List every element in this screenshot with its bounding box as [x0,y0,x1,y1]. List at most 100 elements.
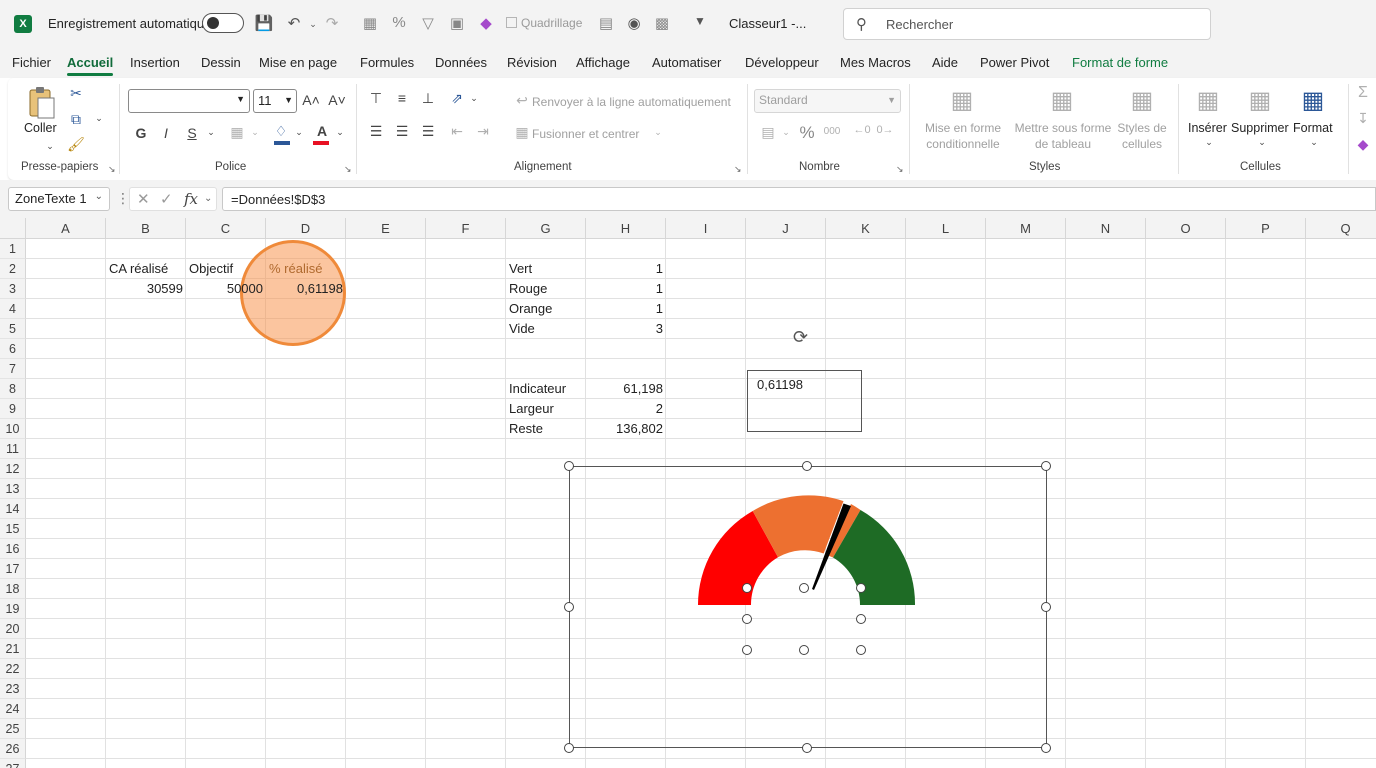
freeze-icon[interactable]: ▦ [360,14,380,32]
decrease-decimal-icon[interactable]: 0→ [874,124,896,136]
clear-icon[interactable]: ◆ [1352,136,1374,153]
resize-handle[interactable] [564,602,574,612]
delete-cells-label[interactable]: Supprimer [1231,121,1289,135]
table-format-icon[interactable]: ▦ [1046,86,1078,115]
row-header-18[interactable]: 18 [0,579,26,599]
cancel-icon[interactable]: ✕ [137,190,150,208]
cell-G3[interactable]: Rouge [506,279,550,299]
format-cells-label[interactable]: Format [1293,121,1333,135]
resize-handle[interactable] [742,583,752,593]
merge-label[interactable]: Fusionner et centrer [532,126,639,142]
filter-icon[interactable]: ▽ [418,14,438,32]
resize-handle[interactable] [742,614,752,624]
row-header-20[interactable]: 20 [0,619,26,639]
cell-G4[interactable]: Orange [506,299,555,319]
resize-handle[interactable] [799,583,809,593]
delete-dropdown-icon[interactable]: ⌄ [1251,137,1273,148]
column-header-H[interactable]: H [586,218,666,239]
paste-dropdown-icon[interactable]: ⌄ [39,141,61,152]
resize-handle[interactable] [856,614,866,624]
resize-handle[interactable] [856,583,866,593]
cell-G10[interactable]: Reste [506,419,546,439]
cell-B3[interactable]: 30599 [106,279,186,299]
palette-icon[interactable]: ◉ [624,14,644,32]
cell-D3[interactable]: 0,61198 [266,279,346,299]
table-format-label[interactable]: Mettre sous forme de tableau [1010,120,1116,152]
insert-cells-label[interactable]: Insérer [1188,121,1227,135]
cell-H8[interactable]: 61,198 [586,379,666,399]
row-header-4[interactable]: 4 [0,299,26,319]
cell-C3[interactable]: 50000 [186,279,266,299]
insert-function-icon[interactable]: fx [184,190,198,208]
cell-styles-icon[interactable]: ▦ [1126,86,1158,115]
row-header-24[interactable]: 24 [0,699,26,719]
clipboard-launcher-icon[interactable]: ↘ [108,164,116,175]
row-header-14[interactable]: 14 [0,499,26,519]
resize-handle[interactable] [564,461,574,471]
cell-G8[interactable]: Indicateur [506,379,569,399]
underline-dropdown-icon[interactable]: ⌄ [200,127,222,138]
column-header-F[interactable]: F [426,218,506,239]
column-header-M[interactable]: M [986,218,1066,239]
tab-format-de-forme[interactable]: Format de forme [1072,55,1168,70]
row-header-3[interactable]: 3 [0,279,26,299]
row-header-17[interactable]: 17 [0,559,26,579]
grow-font-icon[interactable]: A˄ [300,92,322,108]
shrink-font-icon[interactable]: A˅ [326,92,348,108]
tab-revision[interactable]: Révision [507,55,557,70]
align-center-icon[interactable]: ☰ [391,123,413,140]
paste-label[interactable]: Coller [24,121,57,135]
gauge-chart-frame[interactable] [569,466,1047,748]
form-icon[interactable]: ▤ [596,14,616,32]
wrap-text-label[interactable]: Renvoyer à la ligne automatiquement [532,94,731,110]
delete-cells-icon[interactable]: ▦ [1244,86,1276,115]
resize-handle[interactable] [802,461,812,471]
cell-H5[interactable]: 3 [586,319,666,339]
row-header-19[interactable]: 19 [0,599,26,619]
column-header-L[interactable]: L [906,218,986,239]
column-header-K[interactable]: K [826,218,906,239]
gauge-value-label[interactable]: 0,61198 [757,377,803,392]
currency-dropdown-icon[interactable]: ⌄ [775,127,797,138]
column-header-G[interactable]: G [506,218,586,239]
insert-cells-icon[interactable]: ▦ [1192,86,1224,115]
format-cells-icon[interactable]: ▦ [1297,86,1329,115]
row-header-13[interactable]: 13 [0,479,26,499]
tab-developpeur[interactable]: Développeur [745,55,819,70]
search-box[interactable]: ⚲ Rechercher [843,8,1211,40]
select-icon[interactable]: ▣ [447,14,467,32]
row-header-12[interactable]: 12 [0,459,26,479]
column-header-J[interactable]: J [746,218,826,239]
column-header-D[interactable]: D [266,218,346,239]
number-format-select[interactable]: Standard ▼ [754,89,901,113]
merge-icon[interactable]: ▦ [511,124,533,141]
format-dropdown-icon[interactable]: ⌄ [1303,137,1325,148]
row-header-2[interactable]: 2 [0,259,26,279]
autosave-toggle[interactable] [202,13,244,33]
column-header-Q[interactable]: Q [1306,218,1376,239]
undo-dropdown-icon[interactable]: ⌄ [303,19,323,30]
tab-formules[interactable]: Formules [360,55,414,70]
borders-dropdown-icon[interactable]: ⌄ [244,127,266,138]
align-middle-icon[interactable]: ≡ [391,90,413,106]
fill-dropdown-icon[interactable]: ⌄ [288,127,310,138]
tab-aide[interactable]: Aide [932,55,958,70]
tab-automatiser[interactable]: Automatiser [652,55,721,70]
copy-dropdown-icon[interactable]: ⌄ [88,113,110,124]
row-header-6[interactable]: 6 [0,339,26,359]
column-header-A[interactable]: A [26,218,106,239]
fx-dropdown-icon[interactable]: ⌄ [204,193,212,204]
cell-H9[interactable]: 2 [586,399,666,419]
percent-icon[interactable]: % [389,14,409,31]
tab-power-pivot[interactable]: Power Pivot [980,55,1049,70]
italic-button[interactable]: I [155,125,177,141]
fill-icon[interactable]: ↧ [1352,110,1374,127]
insert-dropdown-icon[interactable]: ⌄ [1198,137,1220,148]
font-name-select[interactable]: ▼ [128,89,250,113]
number-launcher-icon[interactable]: ↘ [896,164,904,175]
cell-G9[interactable]: Largeur [506,399,557,419]
resize-handle[interactable] [802,743,812,753]
row-header-15[interactable]: 15 [0,519,26,539]
resize-handle[interactable] [1041,461,1051,471]
enter-icon[interactable]: ✓ [160,190,173,208]
